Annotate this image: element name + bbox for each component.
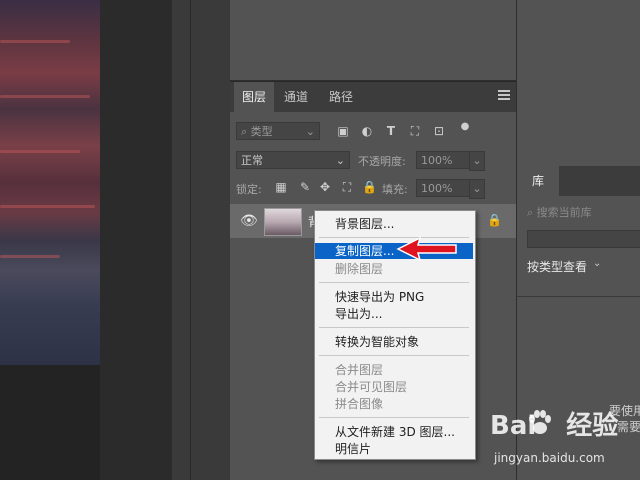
- cloud-streak: [0, 205, 95, 208]
- chevron-down-icon[interactable]: ⌄: [469, 151, 485, 171]
- artboard-icon[interactable]: ⛶: [340, 180, 354, 194]
- panel-menu-icon[interactable]: [498, 90, 510, 102]
- menu-item-quick-export-png[interactable]: 快速导出为 PNG: [315, 289, 473, 305]
- tab-library[interactable]: 库: [517, 166, 559, 196]
- chevron-down-icon: ⌄: [335, 154, 345, 167]
- library-search-placeholder: 搜索当前库: [536, 206, 592, 219]
- watermark-logo-b: 经验: [566, 411, 619, 441]
- tab-paths[interactable]: 路径: [320, 82, 362, 112]
- cloud-streak: [0, 150, 80, 153]
- fill-input[interactable]: 100% ⌄: [416, 179, 485, 199]
- panel-column-separator: [172, 0, 230, 480]
- chevron-down-icon[interactable]: ⌄: [469, 179, 485, 199]
- canvas-background: [100, 0, 172, 480]
- layers-tabbar: 图层 通道 路径: [230, 82, 516, 112]
- menu-item-delete-layer[interactable]: 删除图层: [315, 261, 473, 277]
- chevron-down-icon: ⌄: [305, 125, 315, 138]
- lock-label: 锁定:: [236, 183, 262, 196]
- smart-object-icon[interactable]: ⊡: [432, 124, 446, 138]
- menu-item-convert-smart-object[interactable]: 转换为智能对象: [315, 334, 473, 350]
- search-icon: ⌕: [241, 125, 251, 138]
- lock-icon: 🔒: [487, 213, 502, 227]
- tab-layers[interactable]: 图层: [234, 82, 274, 112]
- blend-mode-select[interactable]: 正常 ⌄: [236, 151, 350, 169]
- opacity-input[interactable]: 100% ⌄: [416, 151, 485, 171]
- move-icon[interactable]: ✥: [318, 180, 332, 194]
- menu-item-merge-layers[interactable]: 合并图层: [315, 362, 473, 378]
- fill-label: 填充:: [382, 183, 408, 196]
- cloud-streak: [0, 40, 70, 43]
- canvas-image[interactable]: [0, 0, 100, 365]
- crop-icon[interactable]: ⛶: [408, 124, 422, 138]
- brush-icon[interactable]: ✎: [298, 180, 312, 194]
- tab-channels[interactable]: 通道: [276, 82, 316, 112]
- opacity-value: 100%: [421, 154, 453, 167]
- right-upper-panel: [516, 0, 640, 166]
- watermark-url: jingyan.baidu.com: [494, 451, 605, 465]
- lock-icon[interactable]: 🔒: [362, 180, 377, 194]
- opacity-label: 不透明度:: [358, 155, 406, 168]
- fill-value: 100%: [421, 182, 453, 195]
- library-search[interactable]: ⌕ 搜索当前库: [527, 204, 640, 222]
- text-icon[interactable]: T: [384, 124, 398, 138]
- baidu-watermark: Bai 经验 jingyan.baidu.com: [490, 405, 640, 475]
- menu-item-new-3d-layer[interactable]: 从文件新建 3D 图层...: [315, 424, 473, 440]
- layer-thumbnail: [264, 208, 302, 236]
- menu-item-postcard[interactable]: 明信片: [315, 441, 473, 457]
- library-tabbar: 库: [517, 166, 640, 196]
- menu-separator: [319, 282, 469, 283]
- menu-separator: [319, 327, 469, 328]
- cloud-streak: [0, 95, 90, 98]
- filter-kind-select[interactable]: ⌕ 类型 ⌄: [236, 122, 320, 140]
- image-icon[interactable]: ▣: [336, 124, 350, 138]
- menu-item-flatten-image[interactable]: 拼合图像: [315, 396, 473, 412]
- dot-icon[interactable]: ●: [458, 120, 472, 134]
- chevron-down-icon[interactable]: ⌄: [593, 258, 601, 269]
- menu-item-export-as[interactable]: 导出为...: [315, 306, 473, 322]
- eye-icon[interactable]: 👁: [240, 213, 258, 229]
- lock-transparent-icon[interactable]: ▦: [274, 180, 288, 194]
- divider: [517, 296, 640, 297]
- menu-item-background-layer[interactable]: 背景图层...: [315, 216, 473, 232]
- annotation-arrow-icon: [396, 236, 457, 262]
- filter-kind-value: 类型: [250, 125, 273, 138]
- library-sort[interactable]: 按类型查看: [527, 258, 587, 275]
- menu-item-merge-visible[interactable]: 合并可见图层: [315, 379, 473, 395]
- menu-separator: [319, 417, 469, 418]
- watermark-logo: Bai 经验: [490, 405, 618, 442]
- library-select[interactable]: [527, 230, 640, 248]
- circle-half-icon[interactable]: ◐: [360, 124, 374, 138]
- canvas-background: [0, 365, 100, 480]
- menu-separator: [319, 355, 469, 356]
- properties-panel: [230, 0, 516, 81]
- cloud-streak: [0, 255, 60, 258]
- paw-icon: [529, 410, 551, 434]
- search-icon: ⌕: [527, 206, 537, 219]
- blend-mode-value: 正常: [241, 154, 263, 167]
